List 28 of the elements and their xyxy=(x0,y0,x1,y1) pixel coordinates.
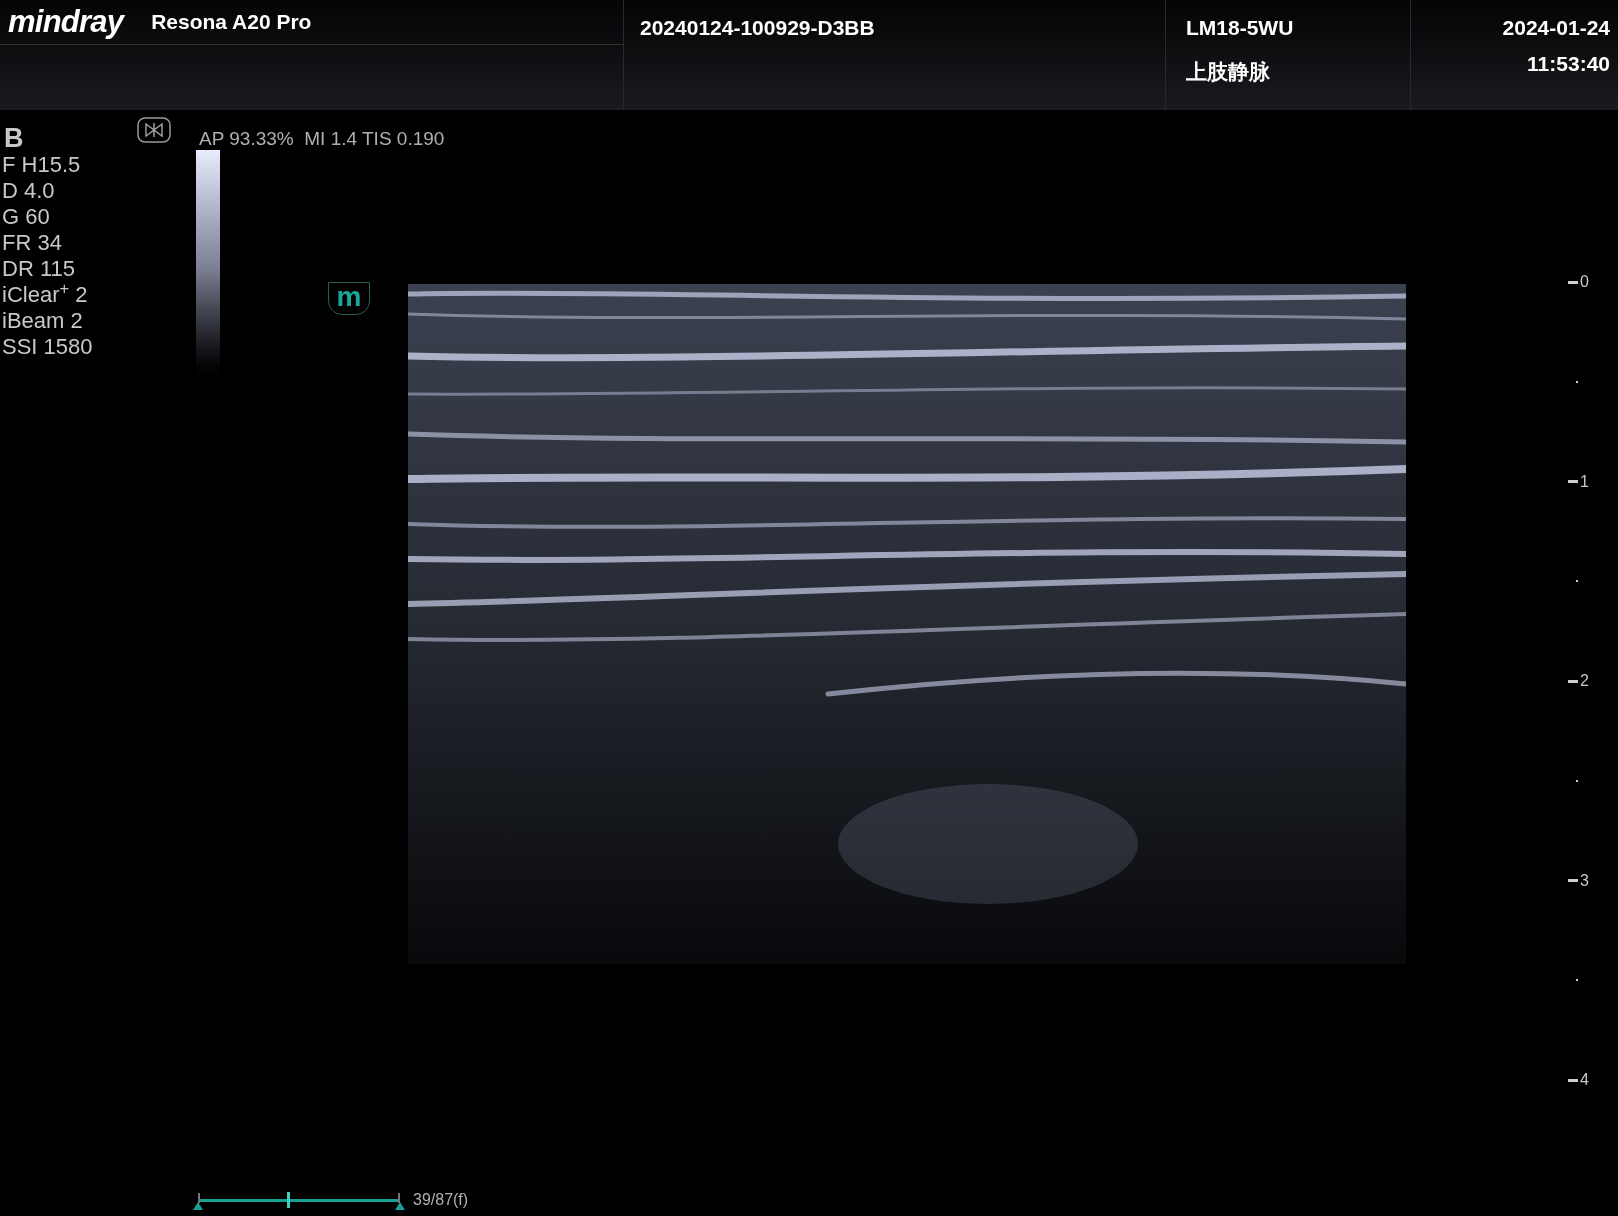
imaging-parameter: D 4.0 xyxy=(2,178,56,204)
cine-slider-thumb[interactable] xyxy=(287,1192,291,1208)
depth-label: 4 xyxy=(1580,1070,1589,1090)
probe-orientation-icon xyxy=(137,117,171,143)
date-text: 2024-01-24 xyxy=(1502,15,1610,41)
imaging-parameter: SSI 1580 xyxy=(2,334,93,360)
range-start-marker-icon[interactable] xyxy=(193,1202,203,1210)
time-text: 11:53:40 xyxy=(1527,50,1610,77)
depth-label: 0 xyxy=(1580,272,1589,292)
mode-label: B xyxy=(4,122,24,155)
acoustic-output: AP 93.33% MI 1.4 TIS 0.190 xyxy=(199,127,445,151)
brand-logo: mindray xyxy=(8,2,124,41)
frame-counter: 39/87(f) xyxy=(413,1190,469,1210)
imaging-parameter: G 60 xyxy=(2,204,51,230)
depth-label: 1 xyxy=(1580,471,1589,492)
imaging-parameter: F H15.5 xyxy=(2,152,82,178)
exam-preset: 上肢静脉 xyxy=(1186,58,1270,85)
depth-label: 2 xyxy=(1580,671,1589,691)
imaging-parameter: iBeam 2 xyxy=(2,308,84,334)
probe-name: LM18-5WU xyxy=(1186,15,1294,41)
orientation-mark: m xyxy=(328,282,370,315)
imaging-parameter: DR 115 xyxy=(2,256,76,282)
imaging-parameter: iClear$^{+}$ 2 xyxy=(2,282,89,308)
exam-id: 20240124-100929-D3BB xyxy=(640,16,875,39)
system-name: Resona A20 Pro xyxy=(151,9,312,36)
imaging-parameter: FR 34 xyxy=(2,230,63,256)
range-end-marker-icon[interactable] xyxy=(395,1202,405,1210)
depth-label: 3 xyxy=(1580,870,1589,891)
